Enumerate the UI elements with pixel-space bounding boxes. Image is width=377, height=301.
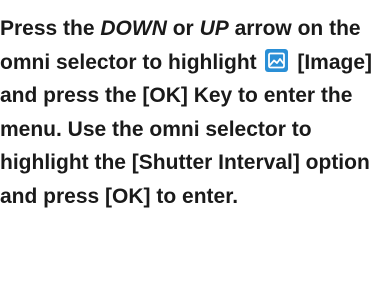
text-or: or [166, 17, 200, 40]
text-up-key: UP [199, 17, 229, 40]
text-image-menu-instruction: [Image] and press the [OK] Key to enter … [0, 50, 373, 208]
text-down-key: DOWN [100, 17, 167, 40]
image-menu-icon [264, 48, 288, 72]
instruction-paragraph: Press the DOWN or UP arrow on the omni s… [0, 12, 375, 213]
text-press: Press the [0, 17, 101, 40]
